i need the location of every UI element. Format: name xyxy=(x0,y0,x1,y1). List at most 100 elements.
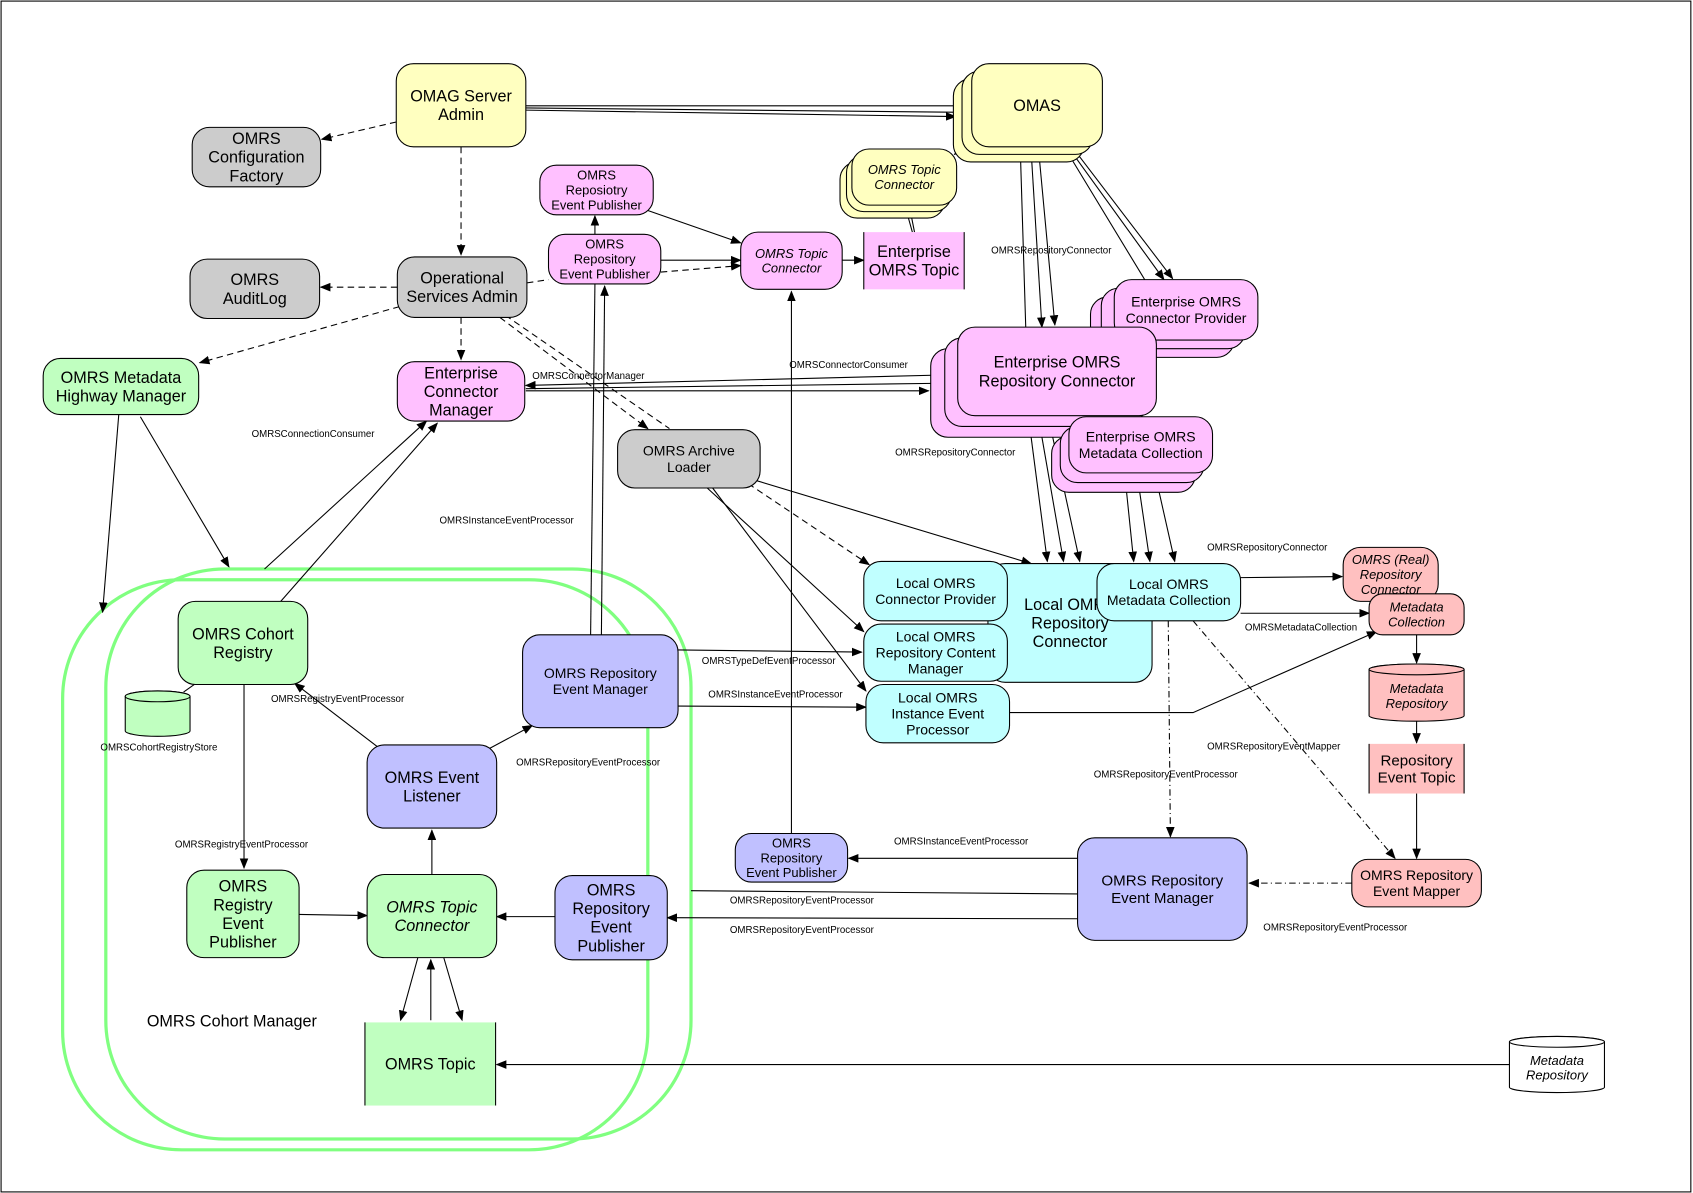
node-label: Event Mapper xyxy=(1373,883,1461,899)
edge-label: OMRSRegistryEventProcessor xyxy=(175,840,309,851)
node-ops-admin: OperationalServices Admin xyxy=(396,256,528,318)
node-label: Event Manager xyxy=(1111,890,1213,907)
node-label: Highway Manager xyxy=(56,387,187,405)
node-label: OMRS xyxy=(232,130,281,148)
node-rem-left: OMRS RepositoryEvent Manager xyxy=(522,634,679,729)
node-label: OMRS Repository xyxy=(544,665,657,681)
node-label: OMRS Topic xyxy=(385,1056,476,1074)
node-label: Event Publisher xyxy=(559,267,650,282)
edge-label: OMRSRepositoryEventProcessor xyxy=(1263,923,1408,934)
node-local-instance-proc: Local OMRSInstance EventProcessor xyxy=(865,683,1011,744)
node-pub-small: OMRSRepositoryEvent Publisher xyxy=(734,832,849,883)
node-label: OMRS xyxy=(231,271,280,289)
edge-label: OMRSRepositoryEventProcessor xyxy=(730,925,875,936)
node-repo-pub-green: OMRSRepositoryEventPublisher xyxy=(554,875,668,961)
node-label: OMRS xyxy=(585,237,624,252)
node-label: Local OMRS xyxy=(898,689,977,705)
node-label: Repository xyxy=(574,252,636,267)
node-label: OMRS Topic xyxy=(869,262,960,280)
node-omas: OMAS xyxy=(952,63,1103,163)
node-label: Enterprise OMRS xyxy=(994,354,1121,372)
edge-label: OMRSRegistryEventProcessor xyxy=(271,694,405,705)
node-ent-md-coll: Enterprise OMRSMetadata Collection xyxy=(1051,416,1214,493)
node-label: Enterprise xyxy=(424,364,498,382)
node-label: Event Publisher xyxy=(551,197,642,212)
node-label: Metadata xyxy=(1390,681,1444,696)
node-label: OMRS xyxy=(587,881,636,899)
node-label: Connector xyxy=(424,383,499,401)
node-label: Event Topic xyxy=(1378,770,1456,787)
node-local-content-mgr: Local OMRSRepository ContentManager xyxy=(863,623,1008,682)
node-label: OMRS Repository xyxy=(1101,873,1223,890)
edge-label: OMRSMetadataCollection xyxy=(1245,623,1357,634)
node-label: Metadata xyxy=(1390,599,1444,614)
node-label: Local OMRS xyxy=(1129,576,1208,592)
node-label: AuditLog xyxy=(223,290,287,308)
architecture-diagram: OMRS Cohort Manager OMAG Server Admin OM… xyxy=(0,0,1693,1193)
node-ent-topic: EnterpriseOMRS Topic xyxy=(863,232,965,290)
node-label: Repository Connector xyxy=(979,372,1136,390)
node-label: Repository xyxy=(1380,752,1453,769)
node-topic-conn-pink: OMRS TopicConnector xyxy=(740,231,843,290)
node-label: Connector Provider xyxy=(1126,310,1247,326)
node-label: Event xyxy=(590,919,632,937)
node-label: OMRS xyxy=(219,878,268,896)
node-label: Local OMRS xyxy=(896,628,975,644)
node-event-listener: OMRS EventListener xyxy=(366,744,498,829)
node-label: Local OMRS xyxy=(896,575,975,591)
node-label: Event Manager xyxy=(553,681,648,697)
node-label: Publisher xyxy=(209,934,277,952)
node-label: Registry xyxy=(213,896,273,914)
node-label: Repository xyxy=(1526,1068,1589,1083)
node-label: Publisher xyxy=(577,937,645,955)
node-label: Enterprise OMRS xyxy=(1086,429,1196,445)
node-label: Repository xyxy=(1360,567,1423,582)
node-cohort-store xyxy=(124,690,191,737)
node-registry-pub: OMRSRegistryEventPublisher xyxy=(186,869,300,959)
node-event-mapper: OMRS RepositoryEvent Mapper xyxy=(1351,858,1482,908)
node-local-conn-provider: Local OMRSConnector Provider xyxy=(863,560,1008,622)
node-label: Reposiotry xyxy=(566,183,628,198)
edge-label: OMRSTypeDefEventProcessor xyxy=(702,656,837,667)
node-label: OMRS (Real) xyxy=(1352,552,1430,567)
node-label: OMRS Metadata xyxy=(61,369,182,387)
node-label: Admin xyxy=(438,106,484,124)
edge-label: OMRSRepositoryEventProcessor xyxy=(516,757,661,768)
edge-label: OMRSConnectionConsumer xyxy=(252,429,376,440)
node-label: OMRS Cohort xyxy=(192,625,294,643)
node-label: Services Admin xyxy=(406,288,518,306)
node-label: Metadata Collection xyxy=(1107,592,1231,608)
node-label: Enterprise OMRS xyxy=(1131,294,1241,310)
node-label: Collection xyxy=(1388,614,1445,629)
node-label: Connector Provider xyxy=(875,591,996,607)
node-label: Factory xyxy=(229,167,284,185)
node-cohort-registry: OMRS CohortRegistry xyxy=(177,600,309,686)
node-label: Repository xyxy=(761,850,823,865)
node-label: Registry xyxy=(213,644,273,662)
node-config-factory: OMRSConfigurationFactory xyxy=(191,126,322,188)
node-label: OMRS Archive xyxy=(643,443,735,459)
node-label: Repository Content xyxy=(876,645,996,661)
node-label: Connector xyxy=(1033,633,1108,651)
node-md-collection: MetadataCollection xyxy=(1368,593,1465,636)
node-label: OMRS Repository xyxy=(1360,867,1473,883)
node-label: Processor xyxy=(906,722,969,738)
edge-label: OMRSInstanceEventProcessor xyxy=(439,516,574,527)
node-local-md-coll: Local OMRSMetadata Collection xyxy=(1096,563,1242,622)
node-archive: OMRS ArchiveLoader xyxy=(617,429,761,489)
node-pub-mid: OMRSRepositoryEvent Publisher xyxy=(547,233,662,285)
node-omag: OMAG ServerAdmin xyxy=(395,63,527,148)
node-label: Connector xyxy=(874,177,934,192)
node-label: Enterprise xyxy=(877,243,951,261)
node-pub-top: OMRSReposiotryEvent Publisher xyxy=(539,164,654,216)
edge-label: OMRSConnectorManager xyxy=(532,371,645,382)
node-label: OMRS xyxy=(772,835,811,850)
node-label: Listener xyxy=(403,787,461,805)
node-label: OMRS Topic xyxy=(755,246,828,261)
node-label: OMRS Topic xyxy=(868,162,941,177)
diagram-canvas: OMRS Cohort Manager OMAG ServerAdminOMRS… xyxy=(0,0,1692,1193)
node-label: OMAS xyxy=(1013,97,1061,115)
node-rem-right: OMRS RepositoryEvent Manager xyxy=(1077,837,1248,941)
edge-label: OMRSInstanceEventProcessor xyxy=(708,689,843,700)
edge-label: OMRSInstanceEventProcessor xyxy=(894,836,1029,847)
